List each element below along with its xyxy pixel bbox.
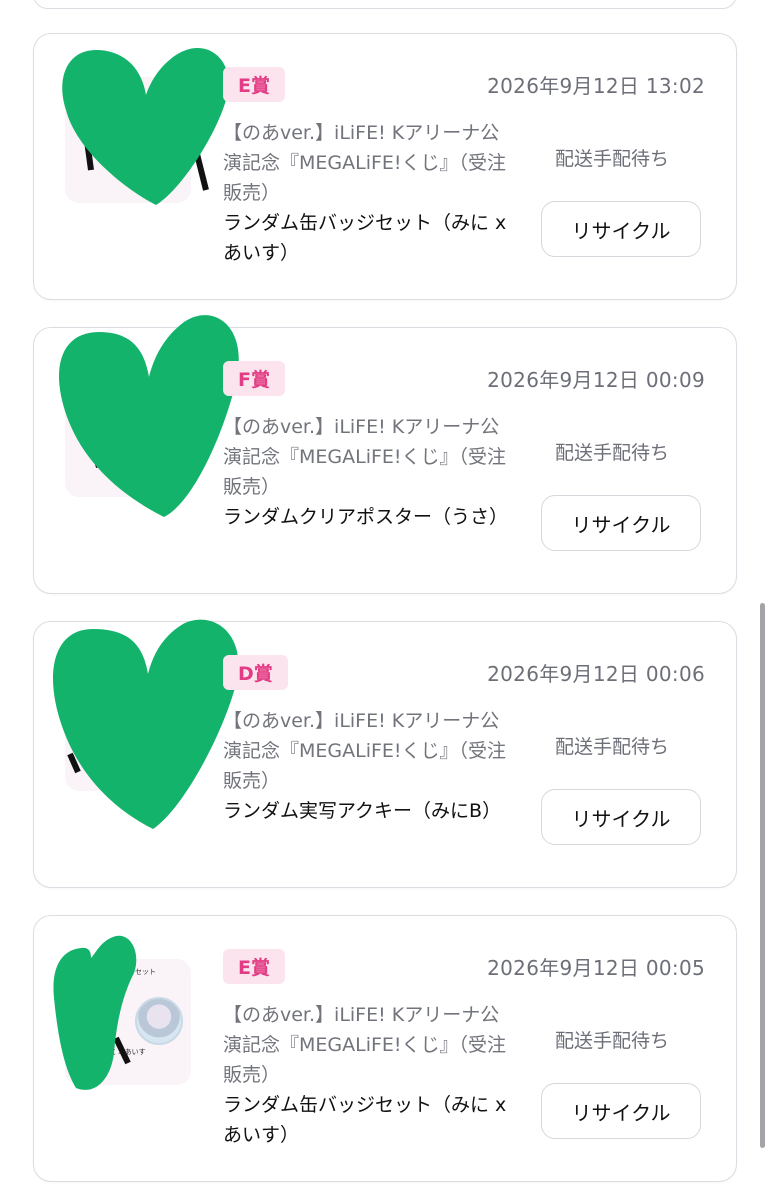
prize-badge: D賞: [223, 655, 288, 690]
product-variant: ランダム缶バッジセット（みに x あいす）: [223, 1094, 507, 1146]
product-title: 【のあver.】iLiFE! Kアリーナ公演記念『MEGALiFE!くじ』（受注…: [223, 1004, 507, 1086]
prize-badge: E賞: [223, 67, 285, 102]
prize-badge: E賞: [223, 949, 285, 984]
thumbnail-caption: 缶バッジセット: [107, 968, 156, 976]
order-card[interactable]: 缶バッジセット に x あいす E賞 2026年9月12日 00:05 【のあv…: [33, 915, 737, 1182]
product-title: 【のあver.】iLiFE! Kアリーナ公演記念『MEGALiFE!くじ』（受注…: [223, 710, 507, 792]
product-thumbnail: [65, 371, 191, 497]
order-timestamp: 2026年9月12日 00:09: [487, 368, 705, 392]
recycle-button[interactable]: リサイクル: [541, 789, 701, 845]
product-thumbnail: 缶バッジセット に x あいす: [65, 959, 191, 1085]
product-title: 【のあver.】iLiFE! Kアリーナ公演記念『MEGALiFE!くじ』（受注…: [223, 122, 507, 204]
recycle-button[interactable]: リサイクル: [541, 1083, 701, 1139]
product-variant: ランダム缶バッジセット（みに x あいす）: [223, 212, 507, 264]
product-thumbnail: [65, 665, 191, 791]
previous-order-card: [33, 0, 737, 9]
order-timestamp: 2026年9月12日 13:02: [487, 74, 705, 98]
product-title: 【のあver.】iLiFE! Kアリーナ公演記念『MEGALiFE!くじ』（受注…: [223, 416, 507, 498]
order-timestamp: 2026年9月12日 00:06: [487, 662, 705, 686]
scrollbar-thumb[interactable]: [760, 603, 765, 1148]
order-card[interactable]: D賞 2026年9月12日 00:06 【のあver.】iLiFE! Kアリーナ…: [33, 619, 737, 888]
shipping-status: 配送手配待ち: [555, 1030, 670, 1052]
product-variant: ランダム実写アクキー（みにB）: [223, 800, 502, 822]
product-thumbnail: [65, 77, 191, 203]
order-timestamp: 2026年9月12日 00:05: [487, 956, 705, 980]
recycle-button[interactable]: リサイクル: [541, 495, 701, 551]
thumbnail-caption: に x あいす: [109, 1048, 146, 1056]
shipping-status: 配送手配待ち: [555, 148, 670, 170]
badge-image: [135, 997, 183, 1045]
product-variant: ランダムクリアポスター（うさ）: [223, 506, 509, 528]
recycle-button[interactable]: リサイクル: [541, 201, 701, 257]
shipping-status: 配送手配待ち: [555, 442, 670, 464]
prize-badge: F賞: [223, 361, 285, 396]
order-card[interactable]: F賞 2026年9月12日 00:09 【のあver.】iLiFE! Kアリーナ…: [33, 315, 737, 594]
order-card[interactable]: E賞 2026年9月12日 13:02 【のあver.】iLiFE! Kアリーナ…: [33, 33, 737, 300]
shipping-status: 配送手配待ち: [555, 736, 670, 758]
order-history-list: E賞 2026年9月12日 13:02 【のあver.】iLiFE! Kアリーナ…: [0, 0, 771, 1199]
